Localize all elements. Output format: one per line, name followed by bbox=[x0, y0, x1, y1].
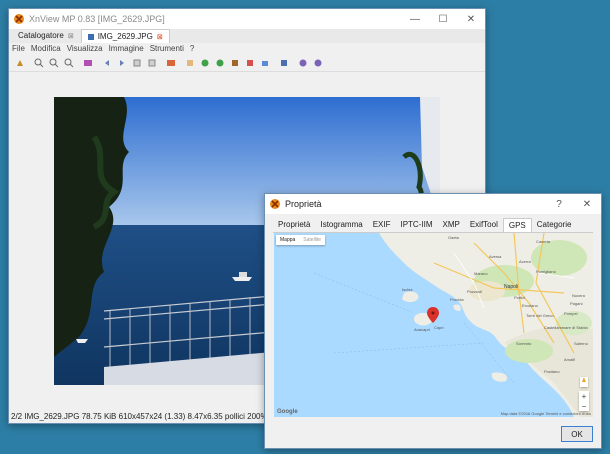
tab-gps[interactable]: GPS bbox=[502, 218, 532, 232]
effects-icon[interactable] bbox=[276, 56, 291, 69]
svg-text:Gaeta: Gaeta bbox=[448, 235, 460, 240]
main-titlebar: XnView MP 0.83 [IMG_2629.JPG] — ☐ ✕ bbox=[9, 9, 485, 29]
info-icon[interactable] bbox=[310, 56, 325, 69]
svg-text:Nocera: Nocera bbox=[572, 293, 586, 298]
tab-label: Catalogatore bbox=[18, 31, 64, 40]
tab-exif[interactable]: EXIF bbox=[368, 218, 396, 231]
menu-strumenti[interactable]: Strumenti bbox=[150, 44, 184, 53]
rotate-left-icon[interactable] bbox=[182, 56, 197, 69]
svg-text:Sorrento: Sorrento bbox=[516, 341, 532, 346]
tab-close-icon[interactable]: ⊠ bbox=[157, 33, 163, 41]
map-attribution: Map data ©2016 Google Termini e condizio… bbox=[500, 411, 591, 416]
status-bar: 2/2 IMG_2629.JPG 78.75 KiB 610x457x24 (1… bbox=[11, 411, 291, 421]
dialog-titlebar: Proprietà ? ✕ bbox=[265, 194, 601, 214]
svg-text:Ischia: Ischia bbox=[402, 287, 413, 292]
google-logo: Google bbox=[277, 409, 298, 415]
menu-modifica[interactable]: Modifica bbox=[31, 44, 61, 53]
ok-button[interactable]: OK bbox=[561, 426, 593, 442]
hand-tool-icon[interactable] bbox=[12, 56, 27, 69]
zoom-out-icon[interactable] bbox=[46, 56, 61, 69]
zoom-in-button[interactable]: + bbox=[579, 391, 589, 401]
toolbar bbox=[9, 54, 485, 72]
svg-text:Ercolano: Ercolano bbox=[522, 303, 539, 308]
zoom-out-button[interactable]: − bbox=[579, 401, 589, 411]
dialog-close-button[interactable]: ✕ bbox=[573, 194, 601, 214]
fullscreen-icon[interactable] bbox=[80, 56, 95, 69]
flip-icon[interactable] bbox=[212, 56, 227, 69]
xnview-logo-icon bbox=[269, 198, 281, 210]
tab-xmp[interactable]: XMP bbox=[437, 218, 464, 231]
menu-help[interactable]: ? bbox=[190, 44, 194, 53]
first-icon[interactable] bbox=[129, 56, 144, 69]
main-window-title: XnView MP 0.83 [IMG_2629.JPG] bbox=[29, 14, 165, 24]
menu-bar: File Modifica Visualizza Immagine Strume… bbox=[9, 43, 485, 54]
tab-catalogatore[interactable]: Catalogatore ⊠ bbox=[11, 28, 81, 43]
svg-text:Pozzuoli: Pozzuoli bbox=[467, 289, 482, 294]
svg-text:Torre del Greco: Torre del Greco bbox=[526, 313, 554, 318]
svg-text:Pagani: Pagani bbox=[570, 301, 583, 306]
zoom-fit-icon[interactable] bbox=[61, 56, 76, 69]
last-icon[interactable] bbox=[144, 56, 159, 69]
map-type-satellite[interactable]: Satellite bbox=[299, 235, 325, 245]
xnview-logo-icon bbox=[13, 13, 25, 25]
svg-text:Caserta: Caserta bbox=[536, 239, 551, 244]
zoom-in-icon[interactable] bbox=[31, 56, 46, 69]
svg-text:Positano: Positano bbox=[544, 369, 560, 374]
svg-text:Capri: Capri bbox=[434, 325, 444, 330]
crop-icon[interactable] bbox=[242, 56, 257, 69]
resize-icon[interactable] bbox=[257, 56, 272, 69]
properties-dialog: Proprietà ? ✕ Proprietà Istogramma EXIF … bbox=[264, 193, 602, 449]
dialog-title: Proprietà bbox=[285, 199, 322, 209]
zoom-controls: + − bbox=[579, 391, 589, 411]
menu-file[interactable]: File bbox=[12, 44, 25, 53]
settings-icon[interactable] bbox=[295, 56, 310, 69]
svg-text:Castellammare di Stabia: Castellammare di Stabia bbox=[544, 325, 588, 330]
svg-text:Marano: Marano bbox=[474, 271, 488, 276]
properties-tabs: Proprietà Istogramma EXIF IPTC-IIM XMP E… bbox=[273, 218, 593, 233]
menu-visualizza[interactable]: Visualizza bbox=[67, 44, 103, 53]
map-type-toggle[interactable]: Mappa Satellite bbox=[276, 235, 326, 245]
close-button[interactable]: ✕ bbox=[457, 9, 485, 29]
tab-img-2629[interactable]: IMG_2629.JPG ⊠ bbox=[80, 29, 170, 43]
svg-text:Portici: Portici bbox=[514, 295, 525, 300]
tab-categorie[interactable]: Categorie bbox=[532, 218, 577, 231]
help-button[interactable]: ? bbox=[545, 194, 573, 214]
rotate-right-icon[interactable] bbox=[197, 56, 212, 69]
menu-immagine[interactable]: Immagine bbox=[109, 44, 144, 53]
tab-exiftool[interactable]: ExifTool bbox=[465, 218, 503, 231]
svg-text:Anacapri: Anacapri bbox=[414, 327, 430, 332]
minimize-button[interactable]: — bbox=[401, 9, 429, 29]
slideshow-icon[interactable] bbox=[163, 56, 178, 69]
map-type-map[interactable]: Mappa bbox=[276, 235, 299, 245]
prev-icon[interactable] bbox=[99, 56, 114, 69]
svg-text:Aversa: Aversa bbox=[489, 254, 502, 259]
next-icon[interactable] bbox=[114, 56, 129, 69]
maximize-button[interactable]: ☐ bbox=[429, 9, 457, 29]
document-tabs: Catalogatore ⊠ IMG_2629.JPG ⊠ bbox=[9, 29, 485, 43]
svg-text:Pompei: Pompei bbox=[564, 311, 578, 316]
tab-proprieta[interactable]: Proprietà bbox=[273, 218, 315, 231]
svg-text:Procida: Procida bbox=[450, 297, 464, 302]
svg-text:Amalfi: Amalfi bbox=[564, 357, 575, 362]
svg-text:Pomigliano: Pomigliano bbox=[536, 269, 557, 274]
svg-text:Acerra: Acerra bbox=[519, 259, 532, 264]
adjust-icon[interactable] bbox=[227, 56, 242, 69]
svg-text:Napoli: Napoli bbox=[504, 284, 518, 290]
pegman-icon[interactable]: ♟ bbox=[580, 377, 588, 387]
gps-map[interactable]: Gaeta Caserta Aversa Acerra Marano Pomig… bbox=[274, 233, 593, 417]
tab-iptc[interactable]: IPTC-IIM bbox=[395, 218, 437, 231]
tab-label: IMG_2629.JPG bbox=[97, 32, 153, 41]
image-file-icon bbox=[87, 33, 94, 40]
svg-text:Salerno: Salerno bbox=[574, 341, 589, 346]
tab-close-icon[interactable]: ⊠ bbox=[68, 32, 74, 40]
tab-istogramma[interactable]: Istogramma bbox=[315, 218, 367, 231]
